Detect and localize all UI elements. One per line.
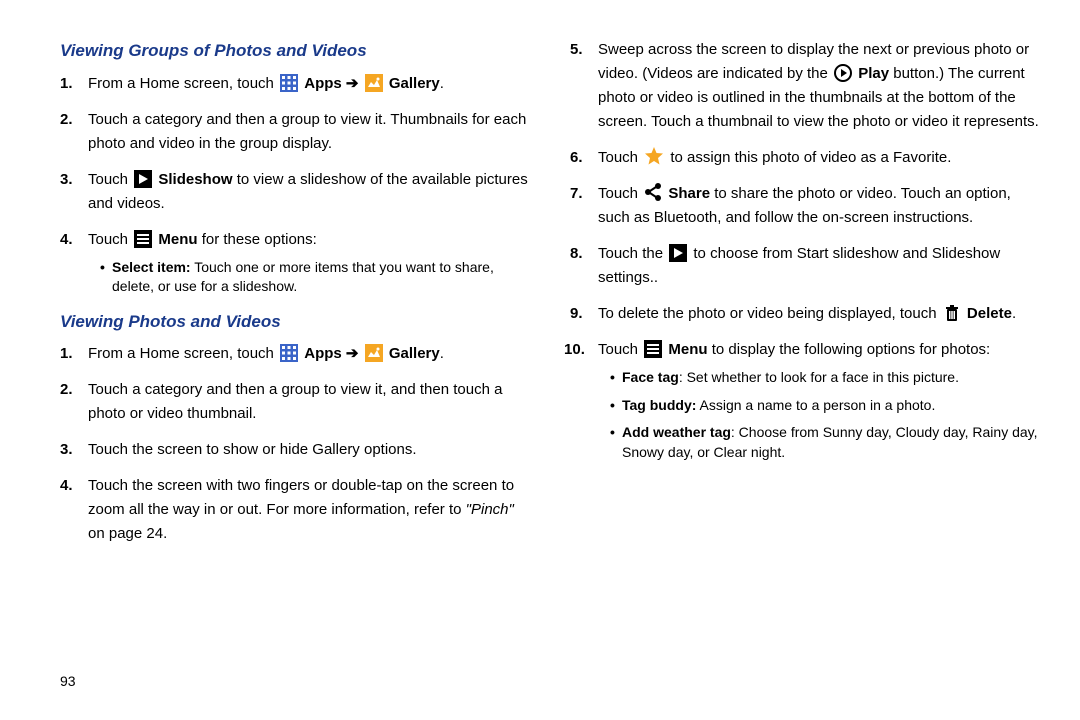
s1-step2: Touch a category and then a group to vie…: [88, 108, 530, 156]
s2-step8: Touch the to choose from Start slideshow…: [598, 242, 1040, 290]
text: From a Home screen, touch: [88, 345, 278, 362]
s2-step6: Touch to assign this photo of video as a…: [598, 146, 1040, 170]
gallery-label: Gallery: [389, 345, 440, 362]
apps-icon: [280, 72, 298, 96]
pinch-ref: "Pinch": [466, 501, 514, 518]
text: Touch: [598, 341, 642, 358]
play-circle-icon: [834, 62, 852, 86]
play-label: Play: [858, 65, 889, 82]
s1-step3: Touch Slideshow to view a slideshow of t…: [88, 168, 530, 216]
play-icon: [134, 168, 152, 192]
text: for these options:: [202, 231, 317, 248]
text: Touch: [598, 185, 642, 202]
text: Assign a name to a person in a photo.: [696, 397, 935, 413]
text: To delete the photo or video being displ…: [598, 305, 941, 322]
apps-icon: [280, 342, 298, 366]
gallery-icon: [365, 72, 383, 96]
s2-step5: Sweep across the screen to display the n…: [598, 38, 1040, 134]
share-label: Share: [668, 185, 710, 202]
text: to view a slideshow of the available pic…: [88, 171, 528, 212]
gallery-icon: [365, 342, 383, 366]
text: .: [1012, 305, 1016, 322]
share-icon: [644, 182, 662, 206]
delete-label: Delete: [967, 305, 1012, 322]
page-number: 93: [60, 671, 76, 692]
s2-step9: To delete the photo or video being displ…: [598, 302, 1040, 326]
s2-bullet1: Face tag: Set whether to look for a face…: [610, 368, 1040, 388]
text: Touch: [88, 231, 132, 248]
page-columns: Viewing Groups of Photos and Videos From…: [60, 38, 1040, 558]
menu-label: Menu: [668, 341, 707, 358]
label: Add weather tag: [622, 424, 731, 440]
s2-step10: Touch Menu to display the following opti…: [598, 338, 1040, 462]
menu-icon: [644, 338, 662, 362]
text: Touch the: [598, 245, 667, 262]
right-column: Sweep across the screen to display the n…: [570, 38, 1040, 558]
text: on page 24.: [88, 525, 167, 542]
s2-step2: Touch a category and then a group to vie…: [88, 378, 530, 426]
text: From a Home screen, touch: [88, 75, 278, 92]
section-heading-viewing: Viewing Photos and Videos: [60, 309, 530, 335]
s2-step4: Touch the screen with two fingers or dou…: [88, 474, 530, 546]
s1-bullet1: Select item: Touch one or more items tha…: [100, 258, 530, 297]
bullet-label: Select item:: [112, 259, 191, 275]
label: Tag buddy:: [622, 397, 696, 413]
text: to assign this photo of video as a Favor…: [670, 149, 951, 166]
star-icon: [644, 146, 664, 170]
gallery-label: Gallery: [389, 75, 440, 92]
text: .: [440, 345, 444, 362]
menu-icon: [134, 228, 152, 252]
text: Touch: [598, 149, 642, 166]
trash-icon: [943, 302, 961, 326]
apps-label: Apps: [304, 345, 346, 362]
s2-step1: From a Home screen, touch Apps ➔ Gallery…: [88, 342, 530, 366]
s1-step4: Touch Menu for these options: Select ite…: [88, 228, 530, 297]
s2-bullet3: Add weather tag: Choose from Sunny day, …: [610, 423, 1040, 462]
text: .: [440, 75, 444, 92]
left-column: Viewing Groups of Photos and Videos From…: [60, 38, 530, 558]
s2-step7: Touch Share to share the photo or video.…: [598, 182, 1040, 230]
apps-label: Apps: [304, 75, 346, 92]
s1-step1: From a Home screen, touch Apps ➔ Gallery…: [88, 72, 530, 96]
arrow-icon: ➔: [346, 75, 359, 92]
menu-label: Menu: [158, 231, 197, 248]
s2-bullet2: Tag buddy: Assign a name to a person in …: [610, 396, 1040, 416]
text: : Set whether to look for a face in this…: [679, 369, 959, 385]
text: Touch: [88, 171, 132, 188]
arrow-icon: ➔: [346, 345, 359, 362]
slideshow-label: Slideshow: [158, 171, 232, 188]
label: Face tag: [622, 369, 679, 385]
s2-step3: Touch the screen to show or hide Gallery…: [88, 438, 530, 462]
play-icon: [669, 242, 687, 266]
text: Touch the screen with two fingers or dou…: [88, 477, 514, 518]
section-heading-groups: Viewing Groups of Photos and Videos: [60, 38, 530, 64]
text: to display the following options for pho…: [712, 341, 991, 358]
